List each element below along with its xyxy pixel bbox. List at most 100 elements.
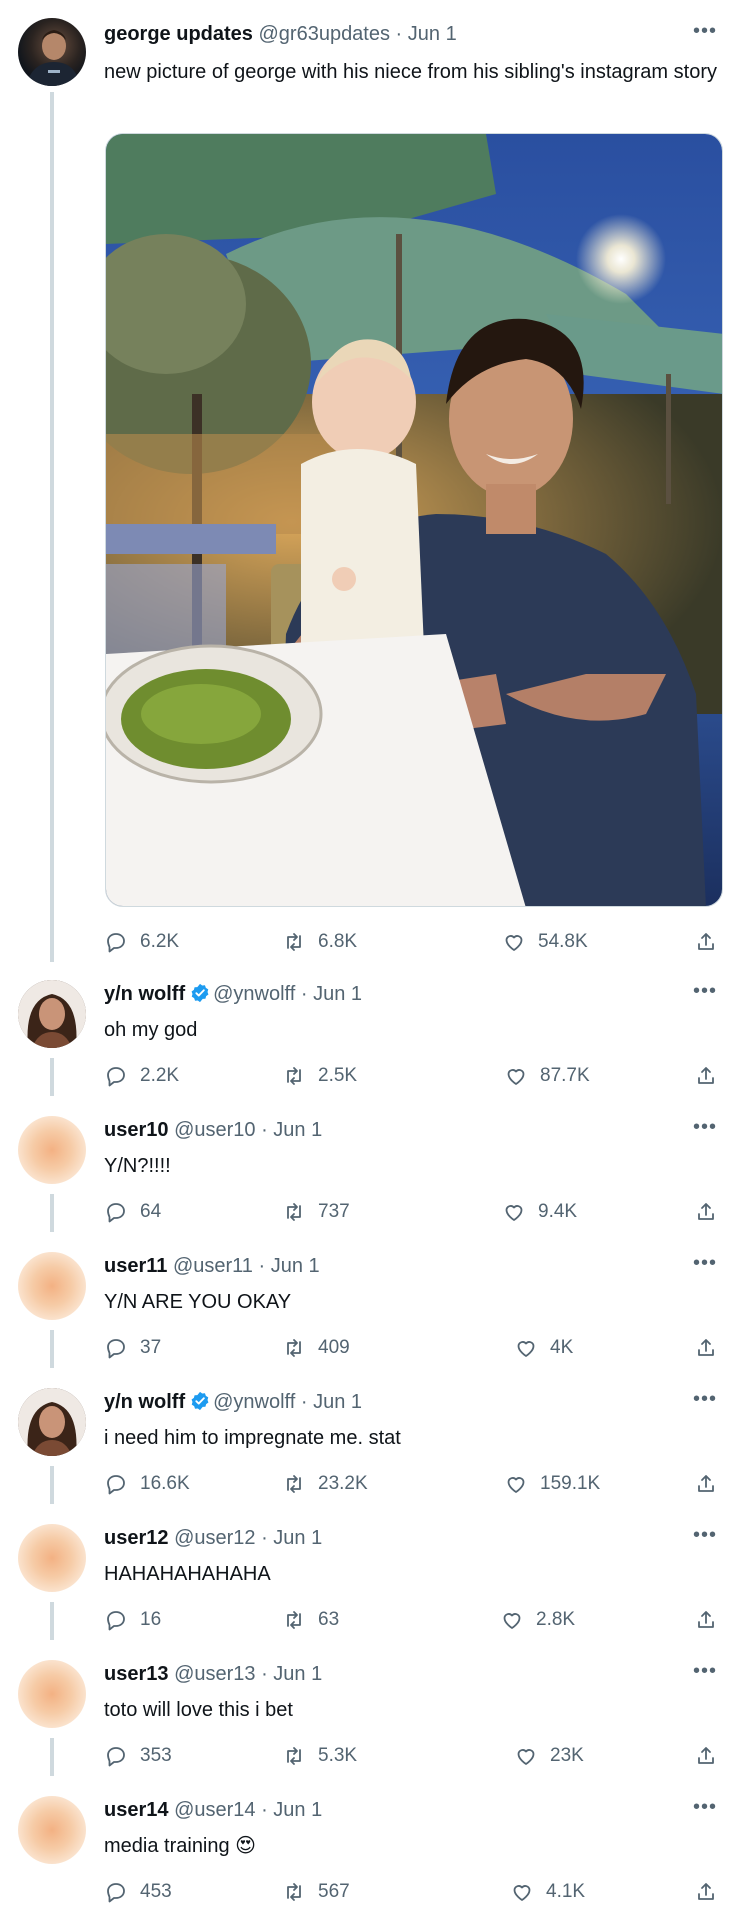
reply-button[interactable]: 37 [104, 1336, 161, 1360]
like-button[interactable]: 2.8K [500, 1608, 575, 1632]
more-icon[interactable]: ••• [693, 1525, 717, 1545]
like-count: 9.4K [538, 1201, 578, 1222]
avatar[interactable] [18, 1660, 86, 1728]
reply-icon [107, 1883, 125, 1903]
more-icon[interactable]: ••• [693, 1117, 717, 1137]
share-icon [698, 1611, 714, 1628]
handle-and-date[interactable]: @user13 · Jun 1 [174, 1663, 322, 1685]
retweet-button[interactable]: 567 [282, 1880, 350, 1904]
more-icon[interactable]: ••• [693, 1797, 717, 1817]
more-icon[interactable]: ••• [693, 1253, 717, 1273]
more-icon[interactable]: ••• [693, 981, 717, 1001]
retweet-button[interactable]: 409 [282, 1336, 350, 1360]
retweet-count: 567 [318, 1881, 350, 1902]
tweet-photo[interactable] [105, 133, 723, 907]
display-name[interactable]: user10 [104, 1119, 169, 1141]
retweet-icon [287, 933, 301, 951]
tweet[interactable]: user12 @user12 · Jun 1 ••• HAHAHAHAHAHA 16 6… [0, 1524, 743, 1660]
display-name[interactable]: george updates [104, 23, 253, 45]
retweet-icon [287, 1339, 301, 1357]
tweet-header: user10 @user10 · Jun 1 [104, 1118, 322, 1142]
retweet-button[interactable]: 2.5K [282, 1064, 357, 1088]
reply-icon [107, 1747, 125, 1767]
handle-and-date[interactable]: @user11 · Jun 1 [173, 1255, 320, 1277]
handle-and-date[interactable]: @ynwolff · Jun 1 [213, 983, 362, 1005]
tweet[interactable]: y/n wolff @ynwolff · Jun 1 ••• i need him t… [0, 1388, 743, 1524]
like-button[interactable]: 159.1K [504, 1472, 600, 1496]
reply-button[interactable]: 453 [104, 1880, 172, 1904]
share-button[interactable] [694, 1744, 730, 1768]
handle-and-date[interactable]: @ynwolff · Jun 1 [213, 1391, 362, 1413]
share-button[interactable] [694, 1200, 730, 1224]
reply-button[interactable]: 16 [104, 1608, 161, 1632]
retweet-icon [287, 1611, 301, 1629]
avatar[interactable] [18, 1796, 86, 1864]
like-button[interactable]: 9.4K [502, 1200, 577, 1224]
tweet[interactable]: user11 @user11 · Jun 1 ••• Y/N ARE YOU OKA… [0, 1252, 743, 1388]
share-icon [698, 1339, 714, 1356]
reply-count: 353 [140, 1745, 172, 1766]
share-button[interactable] [694, 1336, 730, 1360]
retweet-count: 23.2K [318, 1473, 368, 1494]
reply-count: 6.2K [140, 931, 180, 952]
avatar[interactable] [18, 1116, 86, 1184]
tweet[interactable]: user14 @user14 · Jun 1 ••• media training … [0, 1796, 743, 1920]
like-button[interactable]: 87.7K [504, 1064, 590, 1088]
handle-and-date[interactable]: @user10 · Jun 1 [174, 1119, 322, 1141]
retweet-count: 2.5K [318, 1065, 358, 1086]
share-button[interactable] [694, 1880, 730, 1904]
share-icon [698, 933, 714, 950]
like-count: 4.1K [546, 1881, 586, 1902]
share-icon [698, 1747, 714, 1764]
share-button[interactable] [694, 930, 730, 954]
display-name[interactable]: y/n wolff [104, 1391, 185, 1413]
heart-icon [505, 1205, 523, 1221]
display-name[interactable]: user11 [104, 1255, 167, 1277]
display-name[interactable]: y/n wolff [104, 983, 185, 1005]
share-icon [698, 1067, 714, 1084]
tweet[interactable]: y/n wolff @ynwolff · Jun 1 ••• oh my god 2.2… [0, 980, 743, 1116]
retweet-button[interactable]: 5.3K [282, 1744, 357, 1768]
handle-and-date[interactable]: @user14 · Jun 1 [174, 1799, 322, 1821]
avatar[interactable] [18, 1524, 86, 1592]
avatar[interactable] [18, 1388, 86, 1456]
avatar[interactable] [18, 1252, 86, 1320]
handle-and-date[interactable]: @gr63updates · Jun 1 [258, 23, 456, 45]
display-name[interactable]: user13 [104, 1663, 169, 1685]
reply-button[interactable]: 64 [104, 1200, 161, 1224]
display-name[interactable]: user12 [104, 1527, 169, 1549]
share-button[interactable] [694, 1472, 730, 1496]
retweet-button[interactable]: 63 [282, 1608, 339, 1632]
heart-icon [507, 1477, 525, 1493]
tweet[interactable]: user10 @user10 · Jun 1 ••• Y/N?!!!! 64 737 9.… [0, 1116, 743, 1252]
more-icon[interactable]: ••• [693, 1661, 717, 1681]
share-icon [698, 1203, 714, 1220]
reply-count: 453 [140, 1881, 172, 1902]
avatar[interactable] [18, 980, 86, 1048]
retweet-button[interactable]: 23.2K [282, 1472, 368, 1496]
like-button[interactable]: 23K [514, 1744, 584, 1768]
reply-button[interactable]: 353 [104, 1744, 172, 1768]
like-button[interactable]: 4K [514, 1336, 573, 1360]
reply-button[interactable]: 6.2K [104, 930, 179, 954]
tweet-text: i need him to impregnate me. stat [104, 1427, 401, 1449]
share-button[interactable] [694, 1608, 730, 1632]
retweet-button[interactable]: 737 [282, 1200, 350, 1224]
tweet[interactable]: user13 @user13 · Jun 1 ••• toto will love … [0, 1660, 743, 1796]
reply-count: 2.2K [140, 1065, 180, 1086]
display-name[interactable]: user14 [104, 1799, 169, 1821]
reply-button[interactable]: 16.6K [104, 1472, 190, 1496]
tweet-header: george updates @gr63updates · Jun 1 [104, 22, 457, 46]
reply-button[interactable]: 2.2K [104, 1064, 179, 1088]
avatar[interactable] [18, 18, 86, 86]
more-icon[interactable]: ••• [693, 21, 717, 41]
like-button[interactable]: 4.1K [510, 1880, 585, 1904]
handle-and-date[interactable]: @user12 · Jun 1 [174, 1527, 322, 1549]
tweet-text: Y/N?!!!! [104, 1155, 171, 1177]
share-button[interactable] [694, 1064, 730, 1088]
tweet-actions: 37 409 4K [104, 1336, 724, 1368]
like-button[interactable]: 54.8K [502, 930, 588, 954]
more-icon[interactable]: ••• [693, 1389, 717, 1409]
retweet-button[interactable]: 6.8K [282, 930, 357, 954]
tweet[interactable]: george updates @gr63updates · Jun 1 ••• … [0, 0, 743, 975]
